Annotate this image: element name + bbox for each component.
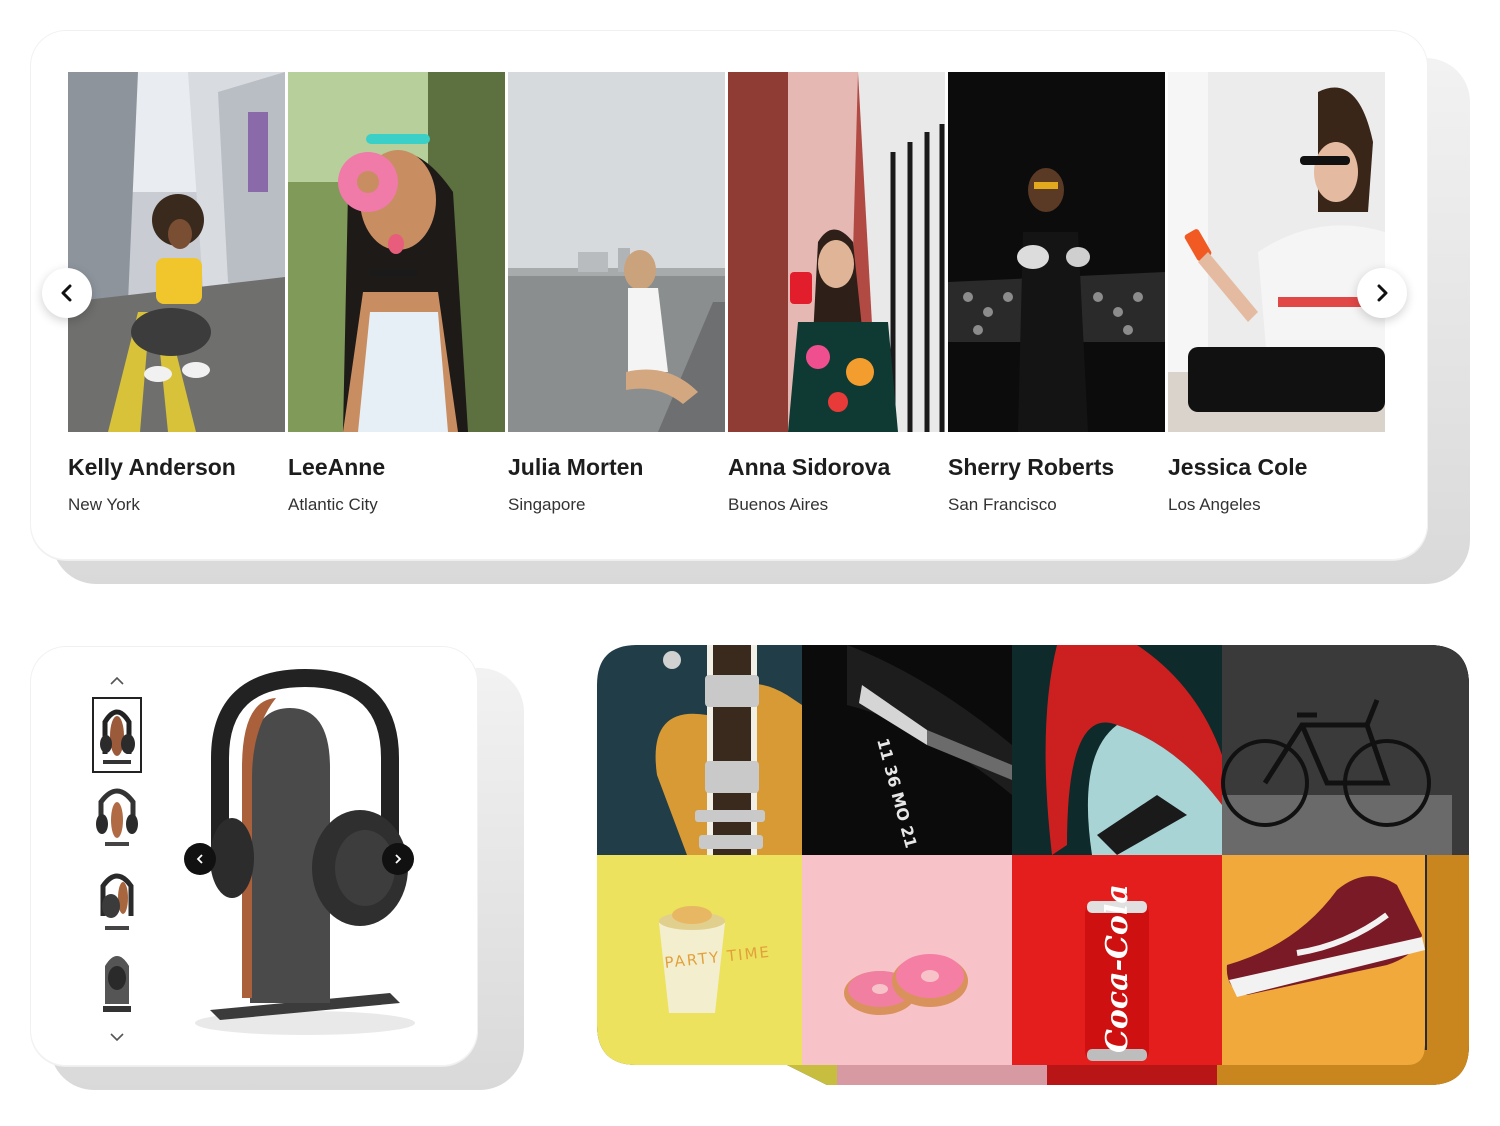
- mosaic-tile-donuts[interactable]: [802, 855, 1012, 1065]
- person-city: San Francisco: [948, 495, 1057, 514]
- soda-can-logo: Coca-Cola: [1100, 884, 1135, 1053]
- person-photo[interactable]: [1168, 72, 1385, 432]
- slider-next-button[interactable]: [1357, 268, 1407, 318]
- person-card[interactable]: Jessica Cole Los Angeles: [1168, 72, 1385, 532]
- product-next-button[interactable]: [382, 843, 414, 875]
- person-photo[interactable]: [508, 72, 725, 432]
- person-city: Singapore: [508, 495, 586, 514]
- thumbnail[interactable]: [93, 862, 141, 936]
- person-name: Jessica Cole: [1168, 454, 1308, 480]
- person-name: Julia Morten: [508, 454, 644, 480]
- mosaic-tile-bicycle[interactable]: [1221, 645, 1469, 855]
- person-card[interactable]: Julia Morten Singapore: [508, 72, 725, 532]
- person-city: Buenos Aires: [728, 495, 829, 514]
- person-name: Kelly Anderson: [68, 454, 236, 480]
- person-photo[interactable]: [288, 72, 505, 432]
- person-city: Atlantic City: [288, 495, 378, 514]
- mosaic-tile-car[interactable]: [1012, 645, 1222, 855]
- mosaic-tile-sneaker[interactable]: [1222, 855, 1425, 1065]
- chevron-up-icon[interactable]: [108, 674, 126, 688]
- chevron-down-icon[interactable]: [108, 1030, 126, 1044]
- person-name: Anna Sidorova: [728, 454, 891, 480]
- mosaic-frame: 11 36 MO 21 PARTY TIME Coca-Cola: [597, 645, 1469, 1085]
- slider-prev-button[interactable]: [42, 268, 92, 318]
- chevron-left-icon: [61, 284, 72, 302]
- mosaic-tile-guitar[interactable]: [597, 645, 802, 855]
- person-card[interactable]: Kelly Anderson New York: [68, 72, 285, 532]
- people-slider-track: Kelly Anderson New York LeeAnne Atlantic…: [68, 72, 1386, 532]
- thumbnail-strip: [92, 697, 142, 1026]
- person-card[interactable]: Sherry Roberts San Francisco: [948, 72, 1165, 532]
- person-name: Sherry Roberts: [948, 454, 1115, 480]
- person-city: New York: [68, 495, 140, 514]
- chevron-right-icon: [1377, 284, 1388, 302]
- thumbnail[interactable]: [92, 697, 142, 773]
- thumbnail[interactable]: [93, 780, 141, 854]
- person-photo[interactable]: [728, 72, 945, 432]
- person-city: Los Angeles: [1168, 495, 1261, 514]
- chevron-right-icon: [395, 854, 402, 864]
- thumbnail[interactable]: [93, 944, 141, 1018]
- person-photo[interactable]: [948, 72, 1165, 432]
- person-photo[interactable]: [68, 72, 285, 432]
- person-name: LeeAnne: [288, 454, 386, 480]
- person-card[interactable]: LeeAnne Atlantic City: [288, 72, 505, 532]
- product-prev-button[interactable]: [184, 843, 216, 875]
- person-card[interactable]: Anna Sidorova Buenos Aires: [728, 72, 945, 532]
- mosaic-gallery: 11 36 MO 21 PARTY TIME Coca-Cola: [597, 645, 1469, 1085]
- chevron-left-icon: [196, 854, 203, 864]
